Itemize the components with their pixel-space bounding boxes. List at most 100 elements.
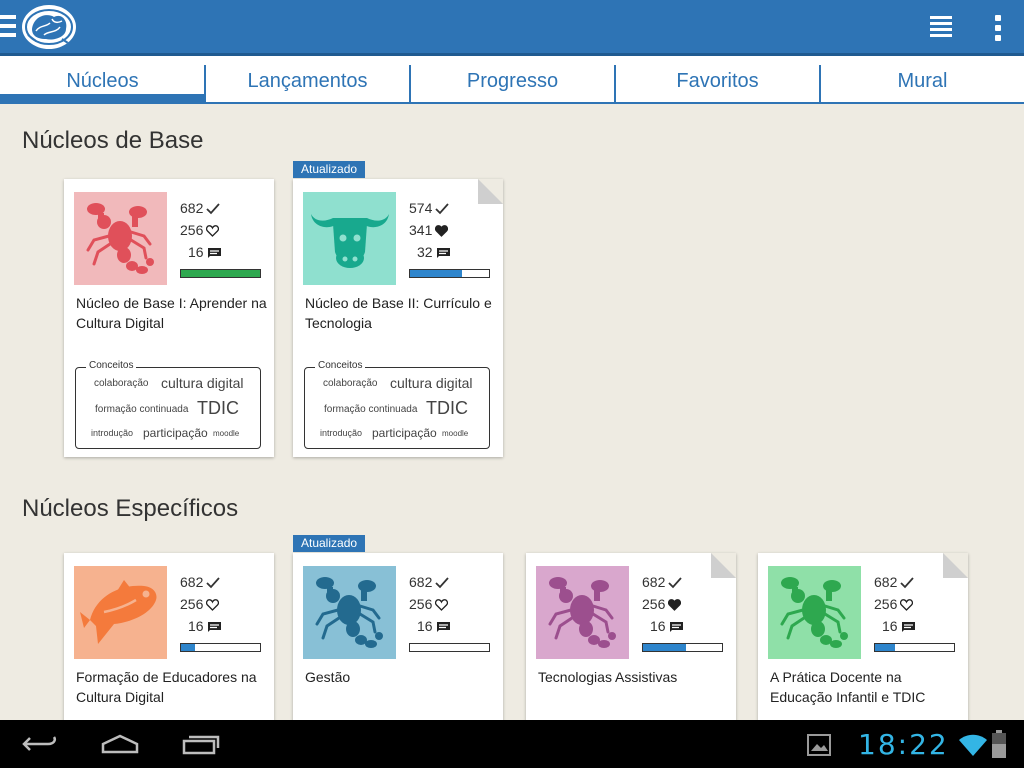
completed-count: 682 bbox=[180, 572, 221, 592]
concept-tag[interactable]: introdução bbox=[320, 428, 362, 438]
course-thumbnail bbox=[768, 566, 861, 659]
comments-count: 16 bbox=[417, 616, 451, 636]
tab-favoritos[interactable]: Favoritos bbox=[615, 56, 820, 102]
action-bar bbox=[0, 0, 1024, 53]
home-icon[interactable] bbox=[100, 734, 140, 754]
completed-count: 682 bbox=[409, 572, 450, 592]
tab-lancamentos[interactable]: Lançamentos bbox=[205, 56, 410, 102]
scorpion-icon bbox=[86, 203, 154, 274]
heart-icon[interactable] bbox=[897, 596, 914, 612]
course-title: A Prática Docente na Educação Infantil e… bbox=[770, 669, 926, 705]
concept-tag[interactable]: moodle bbox=[213, 429, 239, 438]
check-icon bbox=[432, 574, 450, 590]
concept-tag[interactable]: TDIC bbox=[197, 398, 239, 419]
tab-mural[interactable]: Mural bbox=[820, 56, 1024, 102]
back-icon[interactable] bbox=[22, 734, 58, 754]
course-thumbnail bbox=[303, 192, 396, 285]
progress-fill bbox=[643, 644, 687, 651]
concept-tag[interactable]: cultura digital bbox=[161, 375, 244, 391]
completed-count: 682 bbox=[874, 572, 915, 592]
course-card[interactable]: 574 341 32 Núcleo de Base II: Currículo … bbox=[293, 179, 503, 457]
bull-icon bbox=[311, 214, 389, 268]
check-icon bbox=[203, 200, 221, 216]
progress-bar bbox=[180, 643, 261, 652]
heart-icon[interactable] bbox=[665, 596, 682, 612]
course-thumbnail bbox=[303, 566, 396, 659]
favorites-count: 256 bbox=[874, 594, 914, 614]
comment-icon bbox=[433, 244, 451, 260]
course-card[interactable]: 682 256 16 Núcleo de Base I: Aprender na… bbox=[64, 179, 274, 457]
comments-count: 16 bbox=[188, 242, 222, 262]
check-icon bbox=[665, 574, 683, 590]
tab-selected-indicator bbox=[0, 94, 204, 102]
concept-tag[interactable]: colaboração bbox=[323, 378, 377, 389]
status-clock: 18:22 bbox=[858, 728, 949, 761]
heart-icon[interactable] bbox=[203, 596, 220, 612]
concepts-label: Conceitos bbox=[315, 360, 366, 371]
gallery-notification-icon[interactable] bbox=[807, 734, 831, 756]
app-logo[interactable] bbox=[22, 5, 76, 49]
progress-bar bbox=[180, 269, 261, 278]
heart-icon[interactable] bbox=[432, 222, 449, 238]
concept-tag[interactable]: participação bbox=[143, 426, 208, 440]
comment-icon bbox=[204, 618, 222, 634]
folded-corner bbox=[943, 553, 968, 578]
concept-tag[interactable]: formação continuada bbox=[324, 404, 417, 415]
scorpion-icon bbox=[315, 577, 383, 648]
comments-count: 16 bbox=[650, 616, 684, 636]
updated-badge: Atualizado bbox=[293, 161, 366, 178]
favorites-count: 256 bbox=[180, 594, 220, 614]
concept-tag[interactable]: participação bbox=[372, 426, 437, 440]
progress-fill bbox=[181, 644, 196, 651]
system-navigation-bar: 18:22 bbox=[0, 720, 1024, 768]
concept-tag[interactable]: colaboração bbox=[94, 378, 148, 389]
folded-corner bbox=[711, 553, 736, 578]
course-title: Gestão bbox=[305, 669, 351, 685]
concept-tag[interactable]: TDIC bbox=[426, 398, 468, 419]
favorites-count: 256 bbox=[409, 594, 449, 614]
list-view-icon[interactable] bbox=[930, 16, 952, 38]
concept-tag[interactable]: moodle bbox=[442, 429, 468, 438]
course-thumbnail bbox=[74, 192, 167, 285]
comment-icon bbox=[204, 244, 222, 260]
drawer-menu-icon[interactable] bbox=[0, 15, 16, 37]
concept-tag[interactable]: introdução bbox=[91, 428, 133, 438]
course-thumbnail bbox=[536, 566, 629, 659]
updated-badge: Atualizado bbox=[293, 535, 366, 552]
course-title: Núcleo de Base I: Aprender na Cultura Di… bbox=[76, 295, 267, 331]
overflow-menu-icon[interactable] bbox=[995, 15, 1001, 41]
progress-bar bbox=[409, 269, 490, 278]
comment-icon bbox=[666, 618, 684, 634]
concept-tag[interactable]: formação continuada bbox=[95, 404, 188, 415]
fish-icon bbox=[80, 580, 157, 644]
favorites-count: 256 bbox=[642, 594, 682, 614]
heart-icon[interactable] bbox=[432, 596, 449, 612]
favorites-count: 341 bbox=[409, 220, 449, 240]
check-icon bbox=[432, 200, 450, 216]
course-thumbnail bbox=[74, 566, 167, 659]
completed-count: 574 bbox=[409, 198, 450, 218]
battery-icon bbox=[992, 730, 1006, 758]
tab-progresso[interactable]: Progresso bbox=[410, 56, 615, 102]
comments-count: 32 bbox=[417, 242, 451, 262]
course-title: Núcleo de Base II: Currículo e Tecnologi… bbox=[305, 295, 492, 331]
favorites-count: 256 bbox=[180, 220, 220, 240]
check-icon bbox=[897, 574, 915, 590]
progress-fill bbox=[875, 644, 895, 651]
concept-tag[interactable]: cultura digital bbox=[390, 375, 473, 391]
concepts-box: Conceitos colaboração cultura digital forma… bbox=[304, 360, 490, 449]
course-title: Tecnologias Assistivas bbox=[538, 669, 678, 685]
progress-fill bbox=[181, 270, 260, 277]
section-title-base: Núcleos de Base bbox=[22, 127, 204, 154]
completed-count: 682 bbox=[642, 572, 683, 592]
scorpion-icon bbox=[548, 577, 616, 648]
heart-icon[interactable] bbox=[203, 222, 220, 238]
recent-apps-icon[interactable] bbox=[182, 735, 220, 755]
progress-bar bbox=[642, 643, 723, 652]
progress-bar bbox=[409, 643, 490, 652]
scorpion-icon bbox=[780, 577, 848, 648]
folded-corner bbox=[478, 179, 503, 204]
comments-count: 16 bbox=[882, 616, 916, 636]
course-title: Formação de Educadores na Cultura Digita… bbox=[76, 669, 257, 705]
comment-icon bbox=[898, 618, 916, 634]
